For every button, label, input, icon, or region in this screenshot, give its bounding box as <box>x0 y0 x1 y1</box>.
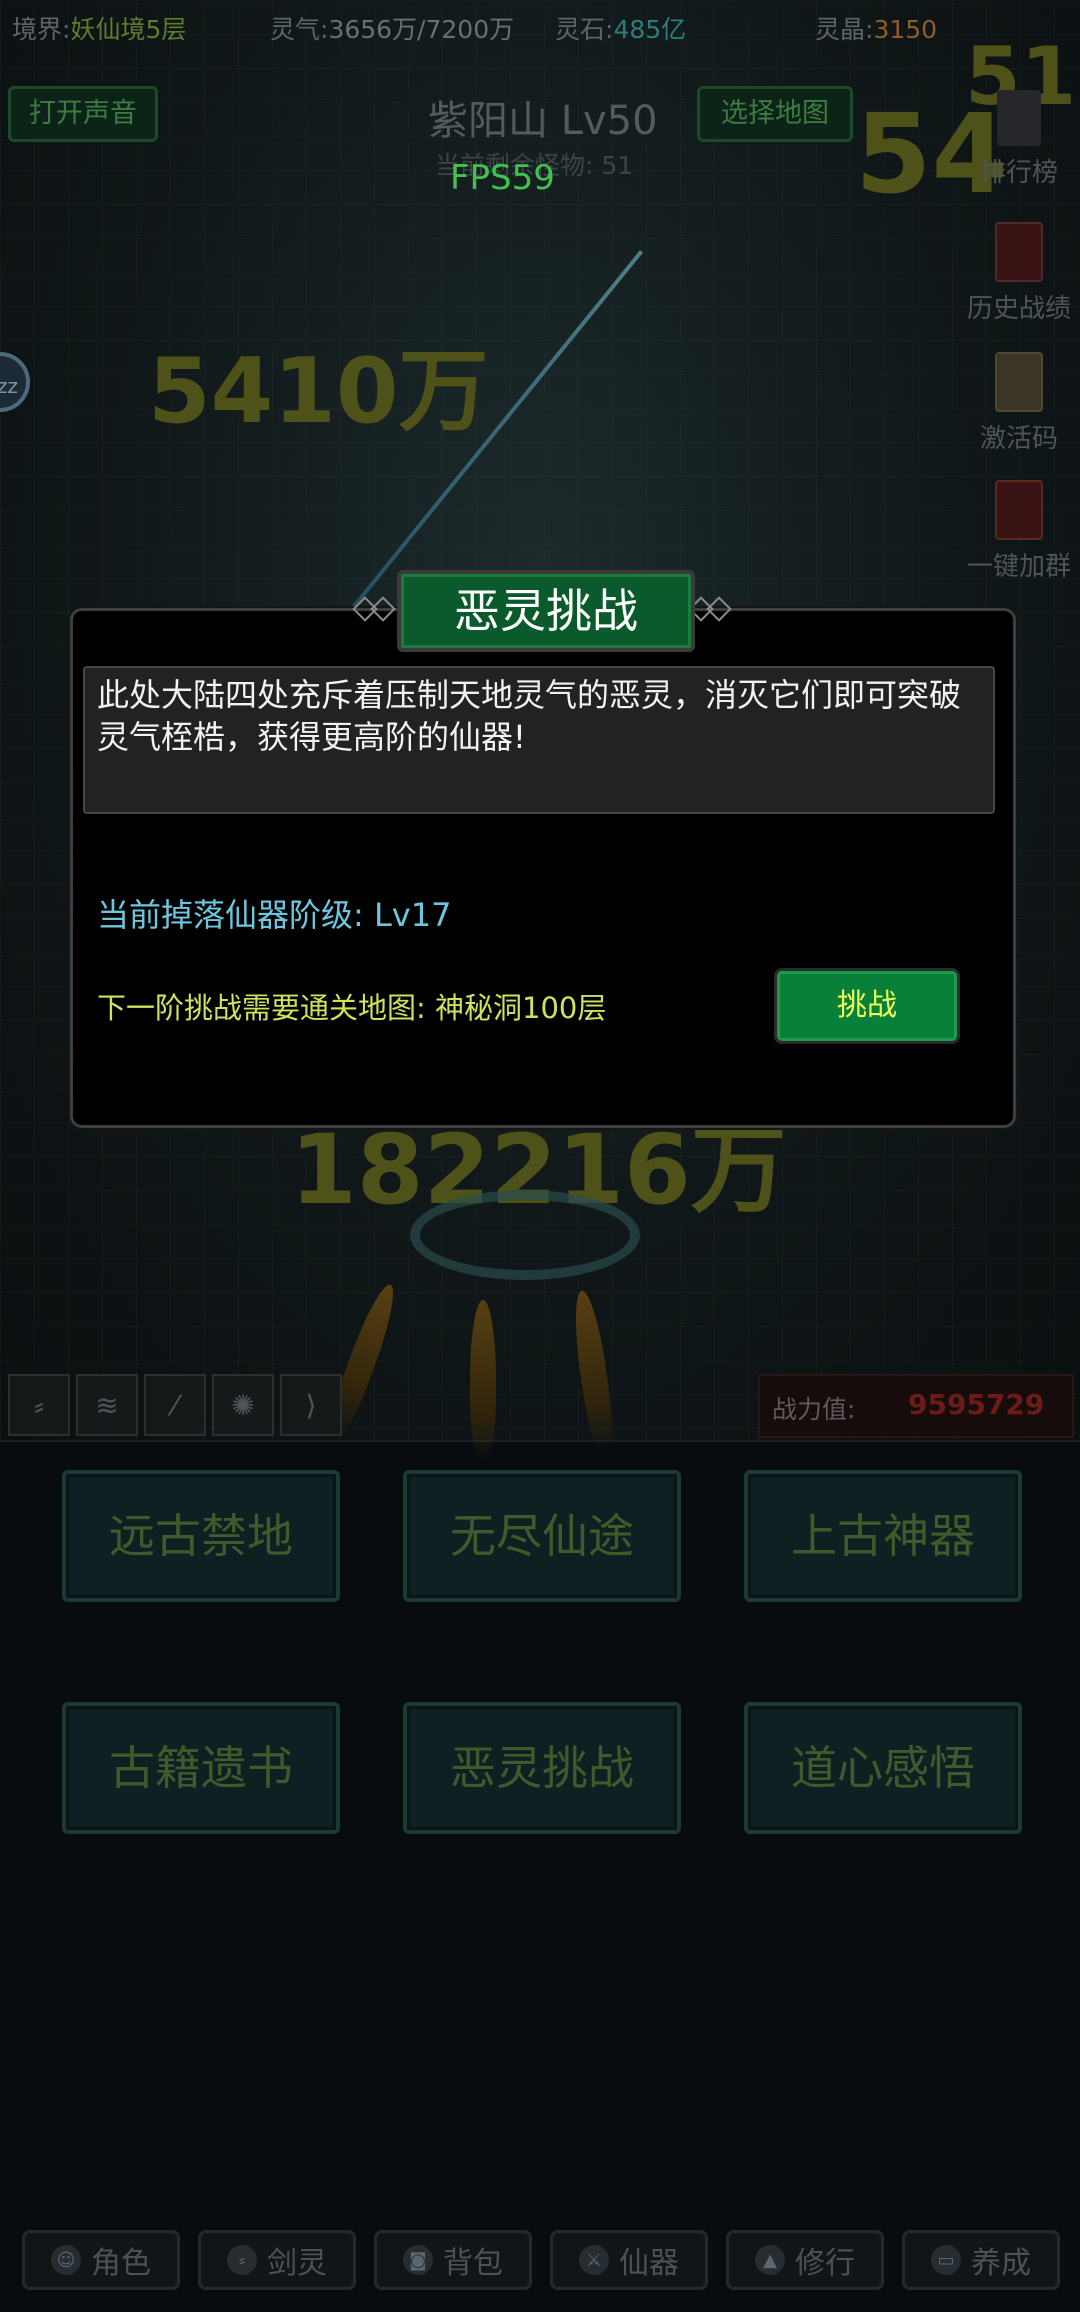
endless-path-button[interactable]: 无尽仙途 <box>403 1470 681 1602</box>
nav-label: 背包 <box>443 2246 503 2281</box>
character-icon: ☺ <box>51 2245 81 2275</box>
qi-stat: 灵气:3656万/7200万 <box>270 10 514 46</box>
next-tier-requirement: 下一阶挑战需要通关地图: 神秘洞100层 <box>97 991 607 1025</box>
cultivation-icon: ▲ <box>755 2245 785 2275</box>
nav-sword-spirit[interactable]: ⸗ 剑灵 <box>198 2230 356 2290</box>
skill-bar: ⸗ ≋ ⁄ ✺ ⟩ <box>8 1374 342 1436</box>
spirit-crystal-stat: 灵晶:3150 <box>815 10 937 46</box>
trophy-icon <box>997 90 1041 146</box>
spirit-stone-value: 485亿 <box>613 15 687 44</box>
vortex-skill-icon[interactable]: ✺ <box>212 1374 274 1436</box>
sword-spirit-icon: ⸗ <box>227 2245 257 2275</box>
realm-stat: 境界:妖仙境5层 <box>12 10 186 46</box>
scroll-icon <box>995 352 1043 412</box>
bottom-navigation: ☺ 角色 ⸗ 剑灵 ◙ 背包 ⚔ 仙器 ▲ 修行 ▭ 养成 <box>0 2230 1080 2292</box>
damage-number: 5410万 <box>148 339 489 444</box>
combat-power-value: 9595729 <box>908 1388 1045 1421</box>
dao-insight-button[interactable]: 道心感悟 <box>744 1702 1022 1834</box>
activation-code-label: 激活码 <box>979 424 1058 454</box>
nav-label: 修行 <box>795 2246 855 2281</box>
history-record-label: 历史战绩 <box>966 294 1071 324</box>
nav-cultivation[interactable]: ▲ 修行 <box>726 2230 884 2290</box>
nurture-icon: ▭ <box>931 2245 961 2275</box>
bow-skill-icon[interactable]: ⟩ <box>280 1374 342 1436</box>
nav-label: 仙器 <box>619 2246 679 2281</box>
header-ornament-left <box>354 596 394 618</box>
spear-skill-icon[interactable]: ⸗ <box>8 1374 70 1436</box>
artifact-icon: ⚔ <box>579 2245 609 2275</box>
realm-label: 境界: <box>12 15 71 44</box>
nav-nurture[interactable]: ▭ 养成 <box>902 2230 1060 2290</box>
nav-artifact[interactable]: ⚔ 仙器 <box>550 2230 708 2290</box>
history-record-button[interactable]: 历史战绩 <box>954 222 1080 325</box>
whirlwind-skill-icon[interactable]: ≋ <box>76 1374 138 1436</box>
leaderboard-button[interactable]: 排行榜 <box>954 90 1080 189</box>
combat-power-label: 战力值: <box>772 1395 856 1424</box>
join-group-button[interactable]: 一键加群 <box>954 480 1080 583</box>
qi-label: 灵气: <box>270 15 329 44</box>
spirit-stone-stat: 灵石:485亿 <box>555 10 686 46</box>
bag-icon: ◙ <box>403 2245 433 2275</box>
fps-counter: FPS59 <box>450 158 555 198</box>
activation-code-button[interactable]: 激活码 <box>954 352 1080 455</box>
nav-label: 养成 <box>971 2246 1031 2281</box>
realm-value: 妖仙境5层 <box>70 15 187 44</box>
flame-skill-icon[interactable]: ⁄ <box>144 1374 206 1436</box>
vortex-effect <box>410 1190 640 1280</box>
dialog-description: 此处大陆四处充斥着压制天地灵气的恶灵，消灭它们即可突破灵气桎梏，获得更高阶的仙器… <box>83 666 995 814</box>
spirit-crystal-label: 灵晶: <box>815 15 874 44</box>
spirit-crystal-value: 3150 <box>873 15 938 44</box>
header-ornament-right <box>690 596 730 618</box>
history-book-icon <box>995 222 1043 282</box>
qi-value: 3656万/7200万 <box>328 15 515 44</box>
group-icon <box>995 480 1043 540</box>
map-title: 紫阳山 Lv50 <box>428 98 658 144</box>
dialog-title: 恶灵挑战 <box>397 570 695 652</box>
join-group-label: 一键加群 <box>966 552 1071 582</box>
toggle-sound-button[interactable]: 打开声音 <box>8 86 158 142</box>
status-bar: 境界:妖仙境5层 灵气:3656万/7200万 灵石:485亿 灵晶:3150 <box>0 0 1080 50</box>
nav-label: 角色 <box>91 2246 151 2281</box>
spirit-stone-label: 灵石: <box>555 15 614 44</box>
current-drop-level: 当前掉落仙器阶级: Lv17 <box>97 896 452 934</box>
combat-power-box: 战力值: 9595729 <box>758 1374 1074 1438</box>
ancient-books-button[interactable]: 古籍遗书 <box>62 1702 340 1834</box>
evil-spirit-challenge-button[interactable]: 恶灵挑战 <box>403 1702 681 1834</box>
flame-effect <box>470 1300 496 1460</box>
nav-label: 剑灵 <box>267 2246 327 2281</box>
nav-character[interactable]: ☺ 角色 <box>22 2230 180 2290</box>
ancient-forbidden-land-button[interactable]: 远古禁地 <box>62 1470 340 1602</box>
select-map-button[interactable]: 选择地图 <box>697 86 853 142</box>
ancient-artifact-button[interactable]: 上古神器 <box>744 1470 1022 1602</box>
nav-bag[interactable]: ◙ 背包 <box>374 2230 532 2290</box>
challenge-button[interactable]: 挑战 <box>774 968 960 1044</box>
leaderboard-label: 排行榜 <box>979 158 1058 188</box>
